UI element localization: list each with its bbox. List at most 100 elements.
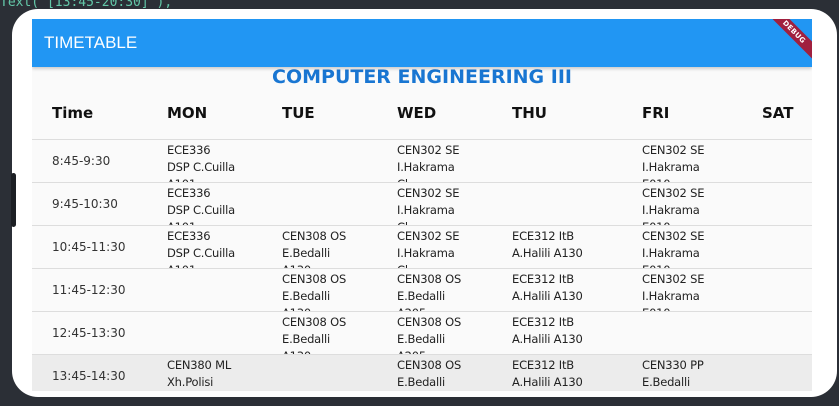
table-row: 12:45-13:30CEN308 OSE.BedalliA130CEN308 …: [32, 311, 812, 355]
table-row: 8:45-9:30 ECE336 DSP C.Cuilla A101 CEN302 SE…: [32, 139, 812, 183]
class-entry-line: ECE312 ItB: [512, 315, 574, 329]
class-entry-line: CEN302 SE: [642, 143, 705, 157]
class-entry-line: A.Halili A130: [512, 332, 583, 346]
class-cell-tue: [262, 182, 377, 226]
class-entry: [167, 270, 262, 312]
time-cell: 8:45-9:30: [32, 139, 147, 183]
header-fri: FRI: [642, 104, 670, 122]
class-entry-line: CEN308 OS: [282, 272, 347, 286]
class-cell-fri: CEN302 SE I.Hakrama E010: [622, 225, 722, 269]
class-cell-wed: CEN302 SE I.Hakrama Cl..: [377, 182, 492, 226]
header-wed: WED: [397, 104, 437, 122]
class-entry: [742, 227, 812, 269]
class-entry-line: I.Hakrama: [642, 160, 700, 174]
class-cell-wed: CEN308 OS E.Bedalli A205: [377, 311, 492, 355]
class-entry-line: A130: [282, 305, 377, 311]
time-cell: 11:45-12:30: [32, 268, 147, 312]
class-cell-sat: [722, 225, 812, 269]
class-cell-tue: [262, 354, 377, 391]
class-entry-line: CEN308 OS: [282, 229, 347, 243]
class-entry: CEN380 MLXh.PolisiA..: [167, 355, 262, 391]
class-entry: ECE312 ItB A.Halili A130: [512, 270, 622, 312]
device-side-button: [11, 173, 16, 227]
class-entry: [742, 270, 812, 312]
class-cell-thu: ECE312 ItB A.Halili A130: [492, 225, 622, 269]
class-cell-mon: [147, 268, 262, 312]
class-cell-thu: [492, 182, 622, 226]
class-entry-line: Cl..: [397, 176, 492, 182]
time-cell: 12:45-13:30: [32, 311, 147, 355]
class-entry-line: ECE312 ItB: [512, 358, 574, 372]
class-cell-tue: CEN308 OS E.Bedalli A130: [262, 311, 377, 355]
table-row: 11:45-12:30CEN308 OSE.BedalliA130CEN308 …: [32, 268, 812, 312]
class-entry: CEN308 OS E.Bedalli A205: [397, 270, 492, 311]
class-entry-line: ECE336: [167, 229, 211, 243]
time-cell: 13:45-14:30: [32, 354, 147, 391]
class-entry-line: A205: [397, 348, 492, 354]
class-entry-line: ECE312 ItB: [512, 229, 574, 243]
class-entry: [742, 184, 812, 226]
class-entry: ECE336 DSP C.Cuilla A101: [167, 227, 262, 268]
app-title: TIMETABLE: [44, 33, 138, 52]
class-entry-line: E.Bedalli: [282, 332, 331, 346]
class-entry: CEN308 OSE.BedalliA205: [397, 355, 492, 391]
table-row: 10:45-11:30 ECE336 DSP C.Cuilla A101 CEN308 …: [32, 225, 812, 269]
class-cell-fri: CEN302 SE I.Hakrama E010: [622, 182, 722, 226]
class-entry-line: CEN302 SE: [397, 143, 460, 157]
class-entry: ECE336 DSP C.Cuilla A101: [167, 141, 262, 182]
class-cell-wed: CEN302 SE I.Hakrama Cl..: [377, 139, 492, 183]
class-entry-line: Cl..: [397, 219, 492, 225]
header-thu: THU: [512, 104, 547, 122]
class-cell-wed: CEN308 OS E.Bedalli A205: [377, 268, 492, 312]
class-cell-fri: CEN302 SE I.Hakrama E010: [622, 139, 722, 183]
class-entry: CEN302 SE I.Hakrama Cl..: [397, 184, 492, 225]
class-entry-line: DSP C.Cuilla: [167, 203, 235, 217]
class-entry-line: E.Bedalli: [282, 246, 331, 260]
class-entry: CEN308 OS E.Bedalli A130: [282, 313, 377, 354]
class-entry: [742, 355, 812, 391]
class-entry-line: A.Halili A130: [512, 289, 583, 303]
class-entry: ECE312 ItB A.Halili A130: [512, 227, 622, 269]
class-entry: [512, 184, 622, 226]
class-cell-sat: [722, 139, 812, 183]
class-entry-line: E010: [642, 262, 722, 268]
class-entry: ECE336 DSP C.Cuilla A101: [167, 184, 262, 225]
class-entry-line: A.Halili A130: [512, 375, 583, 389]
class-entry-line: CEN302 SE: [642, 229, 705, 243]
class-entry-line: ECE336: [167, 186, 211, 200]
time-cell: 10:45-11:30: [32, 225, 147, 269]
class-entry: CEN302 SE I.Hakrama Cl..: [397, 227, 492, 268]
header-time: Time: [52, 104, 94, 122]
class-cell-wed: CEN302 SE I.Hakrama Cl..: [377, 225, 492, 269]
page-title: COMPUTER ENGINEERING III: [272, 66, 572, 88]
class-entry-line: DSP C.Cuilla: [167, 160, 235, 174]
class-cell-thu: ECE312 ItB A.Halili A130: [492, 354, 622, 391]
class-entry-line: CEN302 SE: [642, 272, 705, 286]
class-entry: [742, 313, 812, 355]
class-entry-line: E.Bedalli: [397, 289, 446, 303]
class-entry-line: CEN308 OS: [397, 272, 462, 286]
class-entry-line: I.Hakrama: [397, 203, 455, 217]
app-window: TIMETABLE DEBUG COMPUTER ENGINEERING III…: [32, 19, 812, 391]
class-entry-line: E.Bedalli: [397, 375, 446, 389]
timetable-table: Time MON TUE WED THU FRI SAT 8:45-9:30 EC…: [32, 87, 812, 391]
class-entry-line: E010: [642, 219, 722, 225]
class-entry-line: E010: [642, 305, 722, 311]
class-entry: CEN330 PPE.BedalliA..: [642, 355, 722, 391]
class-entry-line: CEN302 SE: [397, 186, 460, 200]
class-entry-line: E.Bedalli: [642, 375, 691, 389]
class-entry-line: E.Bedalli: [397, 332, 446, 346]
class-entry: [282, 141, 377, 183]
class-entry-line: I.Hakrama: [397, 246, 455, 260]
class-cell-fri: CEN302 SE I.Hakrama E010: [622, 268, 722, 312]
class-entry-line: CEN380 ML: [167, 358, 232, 372]
class-entry: CEN308 OS E.Bedalli A130: [282, 270, 377, 311]
class-entry-line: I.Hakrama: [642, 246, 700, 260]
class-entry: CEN302 SE I.Hakrama Cl..: [397, 141, 492, 182]
class-entry-line: ECE336: [167, 143, 211, 157]
class-entry-line: A205: [397, 305, 492, 311]
device-screen: TIMETABLE DEBUG COMPUTER ENGINEERING III…: [12, 9, 837, 397]
class-entry: CEN302 SE I.Hakrama E010: [642, 141, 722, 182]
class-entry-line: CEN330 PP: [642, 358, 704, 372]
class-entry-line: CEN308 OS: [282, 315, 347, 329]
